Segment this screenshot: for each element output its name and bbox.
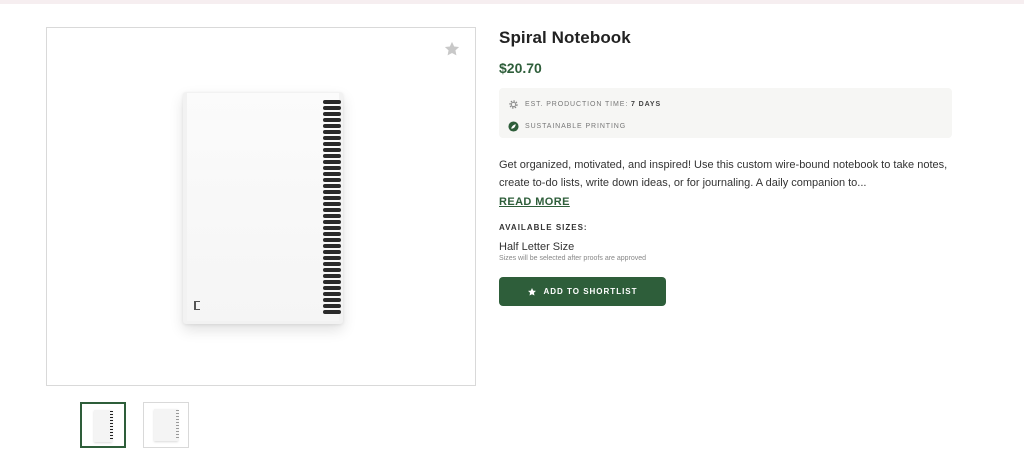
thumbnail-notebook-image xyxy=(154,409,178,441)
spiral-coil xyxy=(323,268,341,272)
favorite-star-icon[interactable] xyxy=(443,40,461,58)
thumbnail-spiral xyxy=(110,411,113,441)
spiral-coil xyxy=(323,256,341,260)
spiral-coil xyxy=(323,250,341,254)
leaf-icon xyxy=(508,120,519,132)
spiral-coil xyxy=(323,130,341,134)
product-title: Spiral Notebook xyxy=(499,28,631,47)
notebook-spiral-binding xyxy=(323,100,343,320)
spiral-coil xyxy=(323,106,341,110)
spiral-coil xyxy=(323,286,341,290)
sustainable-printing-text: SUSTAINABLE PRINTING xyxy=(525,122,627,130)
spiral-coil xyxy=(323,280,341,284)
spiral-coil xyxy=(323,226,341,230)
gallery-thumbnail-1[interactable] xyxy=(80,402,126,448)
production-time-row: EST. PRODUCTION TIME: 7 DAYS xyxy=(508,95,943,113)
production-time-label: EST. PRODUCTION TIME: xyxy=(525,100,632,108)
thumbnail-spiral xyxy=(176,410,179,440)
star-icon xyxy=(528,287,537,296)
available-sizes-label: AVAILABLE SIZES: xyxy=(499,223,588,232)
spiral-coil xyxy=(323,184,341,188)
spiral-coil xyxy=(323,238,341,242)
spiral-coil xyxy=(323,292,341,296)
spiral-coil xyxy=(323,112,341,116)
gear-icon xyxy=(509,99,518,109)
product-info: Spiral Notebook $20.70 EST. PRODUCTION T… xyxy=(499,28,954,306)
product-meta-box: EST. PRODUCTION TIME: 7 DAYS SUSTAINABLE… xyxy=(499,88,952,138)
spiral-coil xyxy=(323,244,341,248)
spiral-coil xyxy=(323,190,341,194)
production-time-text: EST. PRODUCTION TIME: 7 DAYS xyxy=(525,101,661,108)
product-description: Get organized, motivated, and inspired! … xyxy=(499,159,948,189)
brand-mark-icon xyxy=(194,301,200,310)
spiral-coil xyxy=(323,148,341,152)
spiral-coil xyxy=(323,100,341,104)
spiral-coil xyxy=(323,166,341,170)
spiral-coil xyxy=(323,232,341,236)
spiral-coil xyxy=(323,262,341,266)
add-to-shortlist-button[interactable]: ADD TO SHORTLIST xyxy=(499,277,666,306)
spiral-coil xyxy=(323,178,341,182)
spiral-coil xyxy=(323,274,341,278)
product-image-panel[interactable] xyxy=(46,27,476,386)
size-note: Sizes will be selected after proofs are … xyxy=(499,255,647,262)
spiral-coil xyxy=(323,214,341,218)
read-more-link[interactable]: READ MORE xyxy=(499,196,570,208)
spiral-coil xyxy=(323,136,341,140)
spiral-coil xyxy=(323,202,341,206)
spiral-coil xyxy=(323,172,341,176)
production-time-value: 7 DAYS xyxy=(631,100,662,108)
gallery-thumbnail-2[interactable] xyxy=(143,402,189,448)
spiral-coil xyxy=(323,160,341,164)
notebook-cover xyxy=(187,93,339,321)
spiral-coil xyxy=(323,124,341,128)
product-price: $20.70 xyxy=(499,60,542,76)
spiral-coil xyxy=(323,196,341,200)
spiral-coil xyxy=(323,208,341,212)
spiral-coil xyxy=(323,298,341,302)
top-bar xyxy=(0,0,1024,4)
spiral-coil xyxy=(323,304,341,308)
spiral-coil xyxy=(323,220,341,224)
sustainable-printing-row: SUSTAINABLE PRINTING xyxy=(508,117,943,135)
size-value: Half Letter Size xyxy=(499,241,575,253)
spiral-coil xyxy=(323,118,341,122)
spiral-coil xyxy=(323,142,341,146)
spiral-coil xyxy=(323,310,341,314)
add-to-shortlist-label: ADD TO SHORTLIST xyxy=(543,287,638,296)
spiral-coil xyxy=(323,154,341,158)
